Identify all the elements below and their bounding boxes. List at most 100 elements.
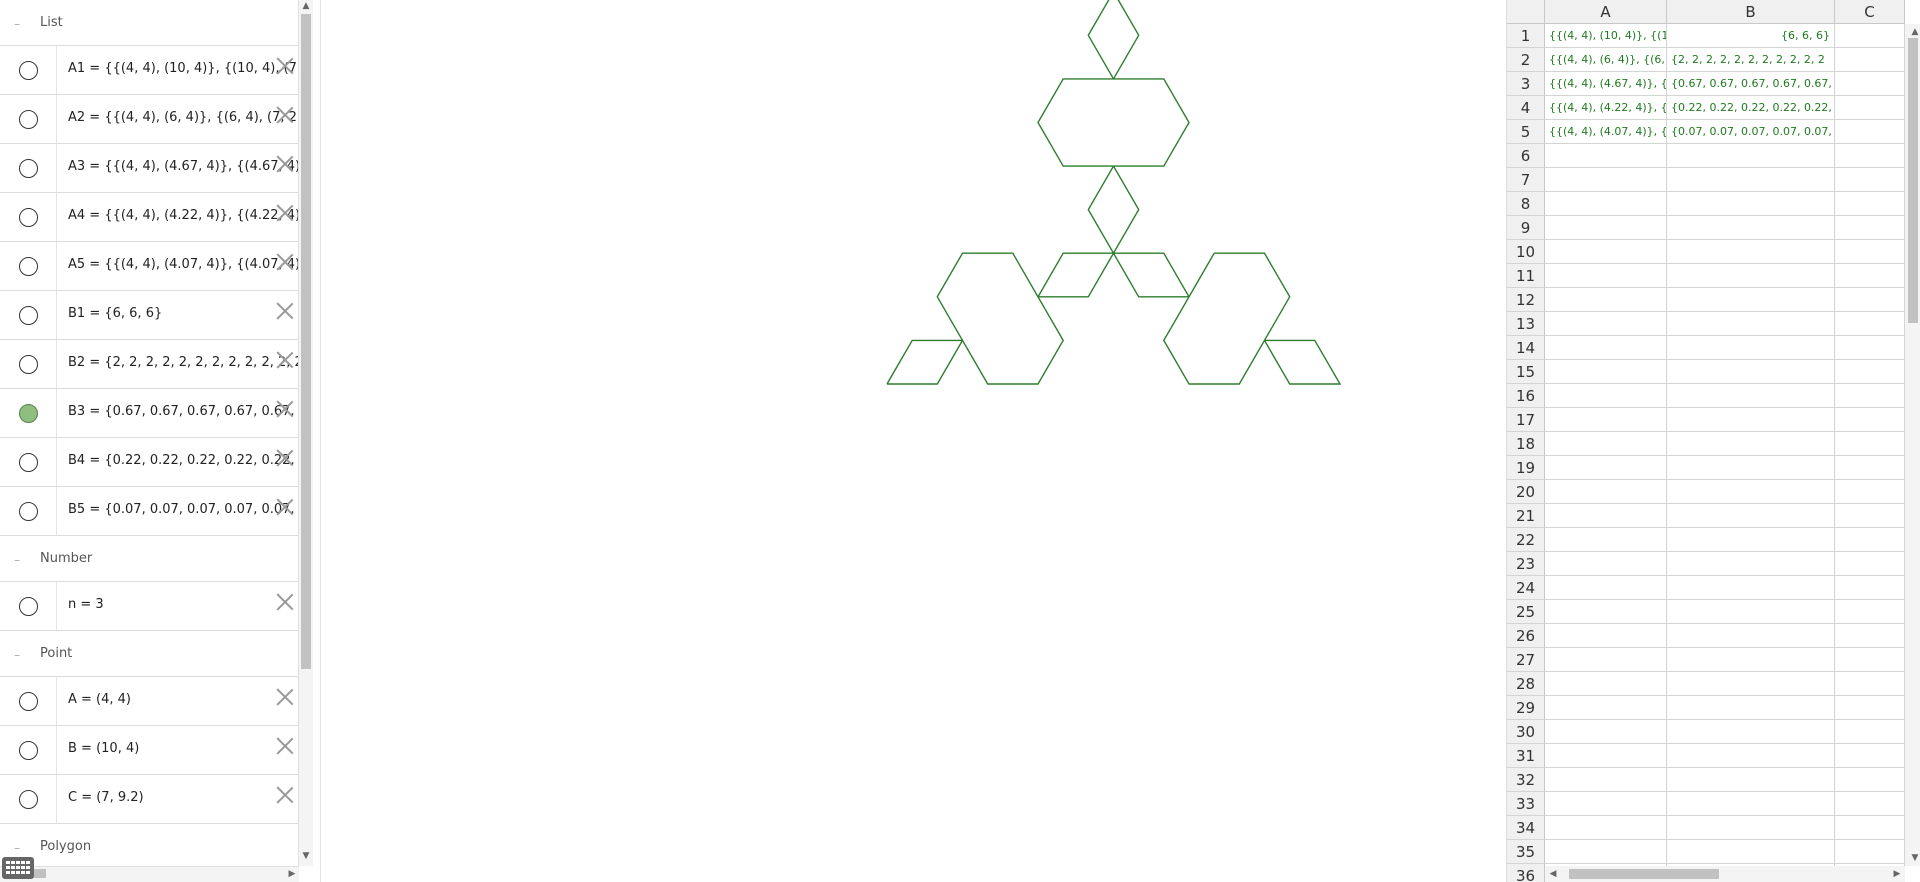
visibility-toggle-icon[interactable]	[19, 692, 38, 711]
spreadsheet-cell[interactable]	[1545, 480, 1667, 504]
spreadsheet-cell[interactable]	[1545, 264, 1667, 288]
spreadsheet-cell[interactable]	[1667, 600, 1835, 624]
algebra-item[interactable]: B2 = {2, 2, 2, 2, 2, 2, 2, 2, 2, 2, 2, 2…	[0, 340, 298, 389]
row-header[interactable]: 24	[1507, 576, 1545, 600]
row-header[interactable]: 16	[1507, 384, 1545, 408]
spreadsheet-cell[interactable]	[1545, 840, 1667, 864]
algebra-item[interactable]: A2 = {{(4, 4), (6, 4)}, {(6, 4), (7, 2.2…	[0, 95, 298, 144]
spreadsheet-cell[interactable]	[1835, 264, 1905, 288]
row-header[interactable]: 3	[1507, 72, 1545, 96]
spreadsheet-cell[interactable]	[1667, 576, 1835, 600]
algebra-item[interactable]: B5 = {0.07, 0.07, 0.07, 0.07, 0.07, 0.07	[0, 487, 298, 536]
spreadsheet-cell[interactable]	[1545, 768, 1667, 792]
visibility-toggle-icon[interactable]	[19, 306, 38, 325]
spreadsheet-cell[interactable]	[1545, 288, 1667, 312]
row-header[interactable]: 14	[1507, 336, 1545, 360]
spreadsheet-cell[interactable]	[1667, 672, 1835, 696]
spreadsheet-cell[interactable]	[1667, 720, 1835, 744]
spreadsheet-cell[interactable]	[1667, 816, 1835, 840]
spreadsheet-cell[interactable]	[1545, 792, 1667, 816]
algebra-expression[interactable]: A5 = {{(4, 4), (4.07, 4)}, {(4.07, 4), (…	[68, 257, 298, 272]
spreadsheet-cell[interactable]: {{(4, 4), (6, 4)}, {(6,	[1545, 48, 1667, 72]
spreadsheet-cell[interactable]	[1545, 216, 1667, 240]
spreadsheet-cell[interactable]	[1835, 168, 1905, 192]
spreadsheet-hscroll-thumb[interactable]	[1569, 869, 1719, 879]
row-header[interactable]: 13	[1507, 312, 1545, 336]
row-header[interactable]: 10	[1507, 240, 1545, 264]
graphics-view[interactable]	[320, 0, 1504, 882]
spreadsheet-cell[interactable]	[1667, 840, 1835, 864]
row-header[interactable]: 31	[1507, 744, 1545, 768]
spreadsheet-cell[interactable]	[1545, 552, 1667, 576]
spreadsheet-cell[interactable]	[1835, 120, 1905, 144]
spreadsheet-cell[interactable]	[1545, 240, 1667, 264]
delete-icon[interactable]	[275, 784, 295, 804]
visibility-toggle-icon[interactable]	[19, 110, 38, 129]
scroll-left-arrow-icon[interactable]: ◀	[1547, 868, 1559, 880]
collapse-icon[interactable]: –	[10, 553, 24, 567]
scroll-down-arrow-icon[interactable]: ▼	[1909, 852, 1920, 864]
spreadsheet-cell[interactable]	[1835, 192, 1905, 216]
delete-icon[interactable]	[275, 496, 295, 516]
keyboard-icon[interactable]	[2, 857, 34, 879]
spreadsheet-cell[interactable]	[1667, 240, 1835, 264]
row-header[interactable]: 5	[1507, 120, 1545, 144]
algebra-expression[interactable]: B3 = {0.67, 0.67, 0.67, 0.67, 0.67, 0.67	[68, 404, 298, 419]
spreadsheet-cell[interactable]	[1835, 24, 1905, 48]
spreadsheet-cell[interactable]: {0.67, 0.67, 0.67, 0.67, 0.67, 0	[1667, 72, 1835, 96]
spreadsheet-cell[interactable]	[1667, 192, 1835, 216]
row-header[interactable]: 19	[1507, 456, 1545, 480]
spreadsheet-cell[interactable]	[1835, 216, 1905, 240]
algebra-item[interactable]: A4 = {{(4, 4), (4.22, 4)}, {(4.22, 4), (…	[0, 193, 298, 242]
spreadsheet-cell[interactable]	[1545, 360, 1667, 384]
collapse-icon[interactable]: –	[10, 841, 24, 855]
row-header[interactable]: 36	[1507, 864, 1545, 882]
delete-icon[interactable]	[275, 591, 295, 611]
spreadsheet-cell[interactable]	[1545, 168, 1667, 192]
spreadsheet-cell[interactable]	[1667, 312, 1835, 336]
spreadsheet-cell[interactable]	[1835, 480, 1905, 504]
row-header[interactable]: 35	[1507, 840, 1545, 864]
spreadsheet-cell[interactable]	[1835, 312, 1905, 336]
algebra-expression[interactable]: B5 = {0.07, 0.07, 0.07, 0.07, 0.07, 0.07	[68, 502, 298, 517]
algebra-expression[interactable]: B2 = {2, 2, 2, 2, 2, 2, 2, 2, 2, 2, 2, 2…	[68, 355, 298, 370]
spreadsheet-cell[interactable]	[1667, 768, 1835, 792]
algebra-expression[interactable]: A3 = {{(4, 4), (4.67, 4)}, {(4.67, 4), (…	[68, 159, 298, 174]
spreadsheet-cell[interactable]	[1835, 432, 1905, 456]
spreadsheet-cell[interactable]: {{(4, 4), (4.07, 4)}, {	[1545, 120, 1667, 144]
algebra-item[interactable]: B1 = {6, 6, 6}	[0, 291, 298, 340]
spreadsheet-cell[interactable]	[1545, 432, 1667, 456]
delete-icon[interactable]	[275, 349, 295, 369]
algebra-expression[interactable]: A = (4, 4)	[68, 692, 298, 707]
spreadsheet-cell[interactable]: {{(4, 4), (10, 4)}, {(1	[1545, 24, 1667, 48]
row-header[interactable]: 34	[1507, 816, 1545, 840]
spreadsheet-cell[interactable]	[1667, 792, 1835, 816]
spreadsheet-cell[interactable]	[1545, 528, 1667, 552]
spreadsheet-cell[interactable]	[1545, 336, 1667, 360]
visibility-toggle-icon[interactable]	[19, 404, 38, 423]
spreadsheet-cell[interactable]	[1835, 600, 1905, 624]
visibility-toggle-icon[interactable]	[19, 257, 38, 276]
spreadsheet-cell[interactable]	[1835, 528, 1905, 552]
spreadsheet-cell[interactable]	[1667, 504, 1835, 528]
algebra-item[interactable]: A5 = {{(4, 4), (4.07, 4)}, {(4.07, 4), (…	[0, 242, 298, 291]
delete-icon[interactable]	[275, 686, 295, 706]
row-header[interactable]: 18	[1507, 432, 1545, 456]
row-header[interactable]: 28	[1507, 672, 1545, 696]
visibility-toggle-icon[interactable]	[19, 61, 38, 80]
row-header[interactable]: 33	[1507, 792, 1545, 816]
spreadsheet-cell[interactable]	[1545, 144, 1667, 168]
delete-icon[interactable]	[275, 55, 295, 75]
spreadsheet-cell[interactable]	[1545, 744, 1667, 768]
spreadsheet-cell[interactable]	[1835, 792, 1905, 816]
algebra-item[interactable]: C = (7, 9.2)	[0, 775, 298, 824]
visibility-toggle-icon[interactable]	[19, 355, 38, 374]
visibility-toggle-icon[interactable]	[19, 453, 38, 472]
delete-icon[interactable]	[275, 735, 295, 755]
row-header[interactable]: 11	[1507, 264, 1545, 288]
scroll-down-arrow-icon[interactable]: ▼	[300, 850, 312, 862]
visibility-toggle-icon[interactable]	[19, 790, 38, 809]
spreadsheet-cell[interactable]: {6, 6, 6}	[1667, 24, 1835, 48]
spreadsheet-cell[interactable]	[1667, 168, 1835, 192]
spreadsheet-cell[interactable]	[1835, 720, 1905, 744]
